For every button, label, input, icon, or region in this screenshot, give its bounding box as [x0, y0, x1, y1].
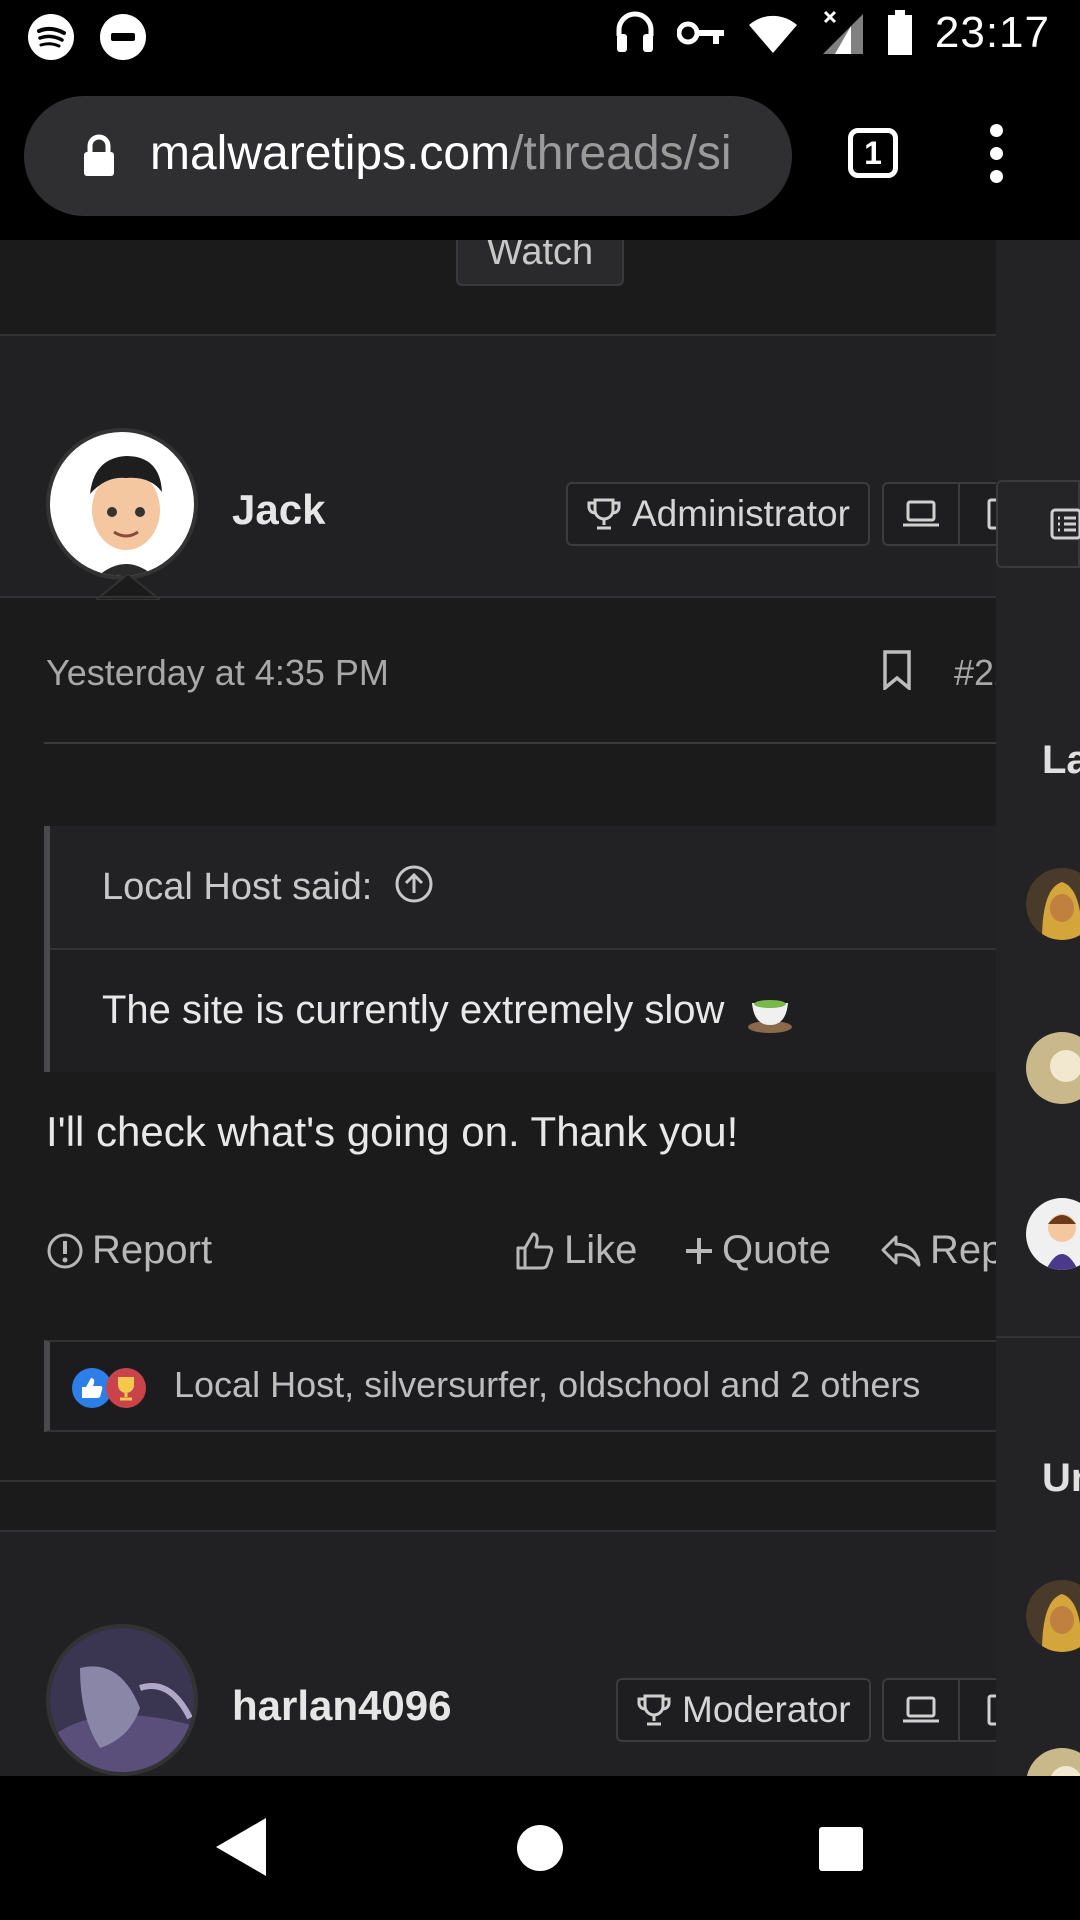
sidebar-heading-users: Ur [1042, 1456, 1080, 1500]
signal-icon [822, 10, 863, 54]
sidebar-avatar[interactable] [1026, 1032, 1080, 1104]
sidebar-avatar[interactable] [1026, 868, 1080, 940]
url-path: /threads/si [510, 127, 732, 180]
role-label: Administrator [632, 493, 850, 534]
role-label: Moderator [682, 1689, 851, 1730]
like-button[interactable]: Like [514, 1228, 637, 1273]
bookmark-icon[interactable] [882, 650, 912, 690]
url-text: malwaretips.com/threads/si [150, 126, 732, 181]
reactions-text: Local Host, silversurfer, oldschool and … [174, 1364, 921, 1405]
laptop-icon [884, 1680, 960, 1740]
thumbs-up-icon [516, 1232, 554, 1269]
reply-icon [881, 1235, 921, 1266]
divider [44, 742, 1000, 744]
wifi-icon [748, 15, 797, 53]
report-label: Report [92, 1228, 213, 1272]
divider [0, 596, 1080, 598]
post-user-header: Jack Administrator [0, 336, 1036, 600]
post-timestamp[interactable]: Yesterday at 4:35 PM [46, 652, 389, 694]
clock: 23:17 [934, 8, 1050, 57]
reactions-bar[interactable]: Local Host, silversurfer, oldschool and … [44, 1340, 1034, 1432]
tab-switcher-button[interactable]: 1 [848, 128, 898, 178]
back-icon[interactable] [214, 1816, 268, 1878]
like-label: Like [564, 1228, 638, 1272]
role-badge: Administrator [566, 482, 870, 546]
reply-button[interactable]: Rep [880, 1228, 1003, 1273]
tea-emoji-icon [747, 1000, 792, 1034]
trophy-icon [637, 1694, 671, 1726]
avatar-harlan4096[interactable] [46, 1624, 198, 1776]
vpn-key-icon [676, 21, 724, 45]
divider [996, 1336, 1080, 1338]
home-icon[interactable] [516, 1824, 564, 1872]
divider [0, 1480, 1080, 1482]
laptop-icon [884, 484, 960, 544]
sidebar-avatar[interactable] [1026, 1748, 1080, 1776]
lock-icon [84, 134, 114, 176]
list-icon [1050, 508, 1080, 540]
jump-to-quote-icon[interactable] [394, 864, 434, 904]
quote-text-row: The site is currently extremely slow [102, 988, 794, 1034]
sidebar-toggle-button[interactable] [996, 480, 1080, 568]
role-badge: Moderator [616, 1678, 871, 1742]
spotify-icon [28, 14, 74, 60]
avatar-jack[interactable] [46, 428, 198, 580]
post-user-header: harlan4096 Moderator [0, 1532, 1036, 1776]
sidebar-avatar[interactable] [1026, 1580, 1080, 1652]
sidebar-heading-latest: La [1042, 738, 1080, 782]
report-button[interactable]: Report [46, 1228, 212, 1273]
thread-content: Watch Jack Administrator Yesterday at 4:… [0, 240, 1080, 1776]
trophy-reaction-icon [106, 1368, 146, 1408]
quote-block: Local Host said: The site is currently e… [44, 826, 1006, 1072]
headphones-icon [616, 11, 654, 52]
status-bar: 23:17 [0, 0, 1080, 72]
sidebar-avatar[interactable] [1026, 1198, 1080, 1270]
browser-toolbar: malwaretips.com/threads/si 1 [0, 72, 1080, 240]
system-nav-bar [0, 1776, 1080, 1920]
url-host: malwaretips.com [150, 127, 511, 180]
quote-label: Quote [722, 1228, 831, 1272]
reply-label: Rep [930, 1228, 1004, 1272]
menu-kebab-icon[interactable] [990, 124, 1004, 193]
post-body: I'll check what's going on. Thank you! [46, 1108, 739, 1155]
right-sidebar: La Ur [996, 240, 1080, 1776]
recents-icon[interactable] [818, 1826, 864, 1872]
plus-icon [686, 1237, 712, 1264]
battery-icon [887, 10, 912, 55]
quote-button[interactable]: Quote [684, 1228, 831, 1273]
watch-button[interactable]: Watch [456, 240, 624, 286]
quote-text: The site is currently extremely slow [102, 988, 725, 1032]
quote-header: Local Host said: [50, 826, 1000, 950]
trophy-icon [587, 498, 621, 530]
username[interactable]: harlan4096 [232, 1682, 451, 1730]
username[interactable]: Jack [232, 486, 325, 534]
quote-author[interactable]: Local Host said: [102, 866, 372, 909]
do-not-disturb-icon [100, 14, 146, 60]
report-icon [47, 1233, 83, 1268]
address-bar[interactable]: malwaretips.com/threads/si [24, 96, 792, 216]
